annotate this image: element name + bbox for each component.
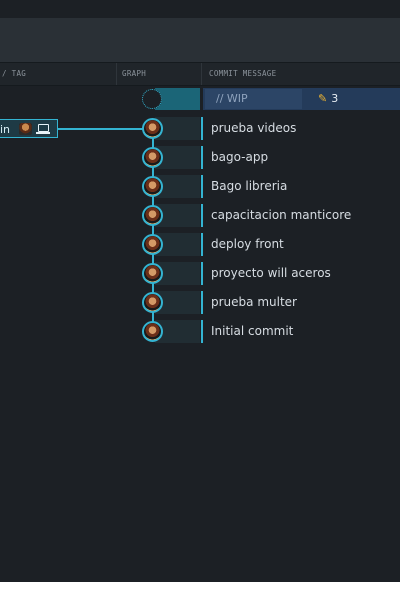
column-header: / TAG GRAPH COMMIT MESSAGE bbox=[0, 62, 400, 86]
column-divider[interactable] bbox=[201, 63, 202, 85]
commit-avatar-icon[interactable] bbox=[142, 176, 163, 197]
pencil-icon: ✎ bbox=[318, 92, 328, 105]
wip-row[interactable]: // WIP ✎ 3 bbox=[0, 87, 400, 112]
toolbar bbox=[0, 18, 400, 62]
branch-color-bar bbox=[201, 204, 203, 227]
column-graph[interactable]: GRAPH bbox=[122, 69, 146, 78]
commit-row[interactable]: prueba multer bbox=[0, 288, 400, 317]
commit-message: prueba videos bbox=[211, 121, 297, 135]
commit-message: deploy front bbox=[211, 237, 284, 251]
branch-color-bar bbox=[201, 146, 203, 169]
branch-color-bar bbox=[201, 262, 203, 285]
wip-summary-input[interactable]: // WIP bbox=[205, 89, 302, 109]
commit-row[interactable]: capacitacion manticore bbox=[0, 201, 400, 230]
commit-avatar-icon[interactable] bbox=[142, 292, 163, 313]
git-client-window: / TAG GRAPH COMMIT MESSAGE // WIP ✎ 3 in … bbox=[0, 0, 400, 582]
branch-color-bar bbox=[201, 320, 203, 343]
commit-avatar-icon[interactable] bbox=[142, 118, 163, 139]
column-divider[interactable] bbox=[116, 63, 117, 85]
commit-row[interactable]: proyecto will aceros bbox=[0, 259, 400, 288]
column-commit-message[interactable]: COMMIT MESSAGE bbox=[209, 69, 276, 78]
commit-row[interactable]: deploy front bbox=[0, 230, 400, 259]
commit-avatar-icon[interactable] bbox=[142, 234, 163, 255]
branch-color-bar bbox=[201, 233, 203, 256]
commit-avatar-icon[interactable] bbox=[142, 263, 163, 284]
changed-files-number: 3 bbox=[331, 92, 339, 105]
commit-message: Initial commit bbox=[211, 324, 294, 338]
commit-avatar-icon[interactable] bbox=[142, 147, 163, 168]
column-branch-tag[interactable]: / TAG bbox=[2, 69, 26, 78]
commit-avatar-icon[interactable] bbox=[142, 205, 163, 226]
commit-avatar-icon[interactable] bbox=[142, 321, 163, 342]
commit-message: Bago libreria bbox=[211, 179, 288, 193]
changed-files-count: ✎ 3 bbox=[318, 89, 338, 109]
branch-color-bar bbox=[201, 175, 203, 198]
commit-row[interactable]: Bago libreria bbox=[0, 172, 400, 201]
commit-row[interactable]: Initial commit bbox=[0, 317, 400, 346]
commit-message: prueba multer bbox=[211, 295, 297, 309]
commit-row[interactable]: prueba videos bbox=[0, 114, 400, 143]
commit-row[interactable]: bago-app bbox=[0, 143, 400, 172]
commit-message: proyecto will aceros bbox=[211, 266, 331, 280]
commit-message: bago-app bbox=[211, 150, 269, 164]
wip-node-icon[interactable] bbox=[142, 89, 162, 109]
branch-color-bar bbox=[201, 117, 203, 140]
branch-color-bar bbox=[201, 291, 203, 314]
commit-message: capacitacion manticore bbox=[211, 208, 352, 222]
